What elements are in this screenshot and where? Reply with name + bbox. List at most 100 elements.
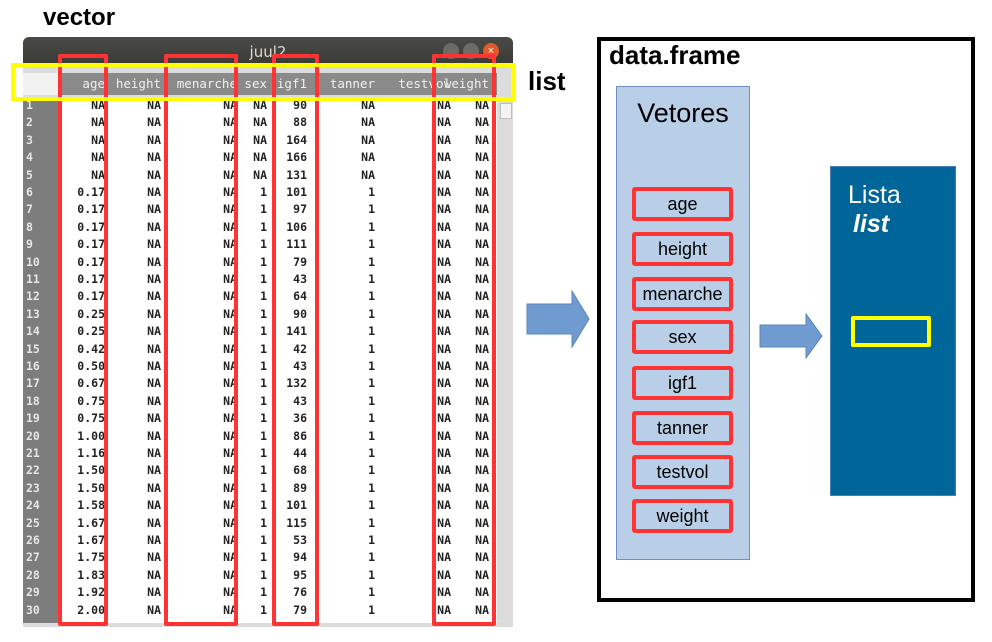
cell-sex: 1	[260, 550, 267, 565]
cell-sex: 1	[260, 306, 267, 321]
cell-tanner: 1	[368, 324, 375, 339]
row-number: 4	[26, 150, 33, 165]
data-frame-title: data.frame	[609, 40, 741, 70]
cell-tanner: 1	[368, 463, 375, 478]
cell-height: NA	[147, 550, 161, 565]
lista-title: Lista	[848, 181, 901, 209]
cell-tanner: 1	[368, 376, 375, 391]
highlight-header-row	[11, 63, 515, 101]
cell-tanner: 1	[368, 202, 375, 217]
row-number: 5	[26, 167, 33, 182]
row-number: 28	[26, 567, 40, 582]
cell-height: NA	[147, 567, 161, 582]
row-number: 10	[26, 254, 40, 269]
scrollbar-thumb[interactable]	[500, 103, 512, 119]
highlight-igf1-column	[272, 54, 319, 626]
row-number: 17	[26, 376, 40, 391]
cell-tanner: 1	[368, 219, 375, 234]
cell-height: NA	[147, 585, 161, 600]
row-number: 29	[26, 585, 40, 600]
row-number: 13	[26, 306, 40, 321]
cell-sex: 1	[260, 515, 267, 530]
cell-sex: NA	[253, 150, 267, 165]
cell-sex: NA	[253, 132, 267, 147]
vector-box-menarche: menarche	[632, 277, 733, 311]
highlight-menarche-column	[164, 54, 238, 626]
cell-tanner: 1	[368, 428, 375, 443]
row-number: 16	[26, 359, 40, 373]
row-number: 21	[26, 446, 40, 460]
row-number: 27	[26, 550, 40, 565]
row-number: 11	[26, 272, 40, 286]
cell-height: NA	[147, 446, 161, 460]
cell-sex: 1	[260, 428, 267, 443]
cell-tanner: 1	[368, 341, 375, 356]
vector-box-sex: sex	[632, 320, 733, 354]
row-number: 24	[26, 498, 40, 513]
cell-sex: NA	[253, 115, 267, 130]
arrow-right-icon	[759, 313, 823, 359]
cell-sex: 1	[260, 219, 267, 234]
vector-box-weight: weight	[632, 499, 733, 533]
list-element-slot	[851, 316, 931, 347]
cell-sex: 1	[260, 289, 267, 304]
row-number: 30	[26, 602, 40, 617]
cell-sex: 1	[260, 185, 267, 199]
cell-tanner: 1	[368, 602, 375, 617]
cell-sex: 1	[260, 202, 267, 217]
lista-subtitle: list	[853, 210, 890, 238]
row-number: 14	[26, 324, 40, 339]
cell-sex: 1	[260, 463, 267, 478]
cell-height: NA	[147, 185, 161, 199]
cell-height: NA	[147, 411, 161, 426]
cell-sex: 1	[260, 567, 267, 582]
arrow-right-icon	[526, 290, 590, 348]
cell-sex: 1	[260, 376, 267, 391]
vertical-scrollbar[interactable]	[499, 97, 512, 623]
row-number: 2	[26, 115, 33, 130]
cell-height: NA	[147, 498, 161, 513]
vector-box-tanner: tanner	[632, 411, 733, 445]
cell-height: NA	[147, 480, 161, 495]
row-number: 23	[26, 480, 40, 495]
cell-height: NA	[147, 533, 161, 547]
cell-height: NA	[147, 132, 161, 147]
cell-sex: 1	[260, 254, 267, 269]
cell-tanner: 1	[368, 411, 375, 426]
cell-sex: 1	[260, 585, 267, 600]
cell-height: NA	[147, 167, 161, 182]
cell-tanner: 1	[368, 185, 375, 199]
cell-sex: 1	[260, 359, 267, 373]
row-number: 25	[26, 515, 40, 530]
cell-tanner: NA	[361, 115, 375, 130]
cell-sex: 1	[260, 411, 267, 426]
cell-height: NA	[147, 202, 161, 217]
cell-sex: 1	[260, 602, 267, 617]
row-number: 12	[26, 289, 40, 304]
cell-tanner: 1	[368, 498, 375, 513]
vector-box-testvol: testvol	[632, 455, 733, 489]
vector-label: vector	[43, 4, 116, 31]
cell-tanner: NA	[361, 150, 375, 165]
row-number: 19	[26, 411, 40, 426]
cell-tanner: 1	[368, 533, 375, 547]
cell-sex: 1	[260, 480, 267, 495]
highlight-weight-column	[432, 54, 496, 626]
cell-tanner: 1	[368, 254, 375, 269]
row-number: 7	[26, 202, 33, 217]
vector-box-igf1: igf1	[632, 366, 733, 400]
vector-box-height: height	[632, 232, 733, 266]
cell-height: NA	[147, 515, 161, 530]
cell-tanner: NA	[361, 167, 375, 182]
highlight-age-column	[58, 54, 108, 626]
cell-height: NA	[147, 306, 161, 321]
row-number: 20	[26, 428, 40, 443]
vetores-title: Vetores	[637, 98, 729, 128]
row-number: 6	[26, 185, 33, 199]
cell-tanner: 1	[368, 393, 375, 408]
cell-sex: 1	[260, 446, 267, 460]
cell-height: NA	[147, 324, 161, 339]
cell-sex: NA	[253, 167, 267, 182]
cell-height: NA	[147, 341, 161, 356]
cell-height: NA	[147, 393, 161, 408]
